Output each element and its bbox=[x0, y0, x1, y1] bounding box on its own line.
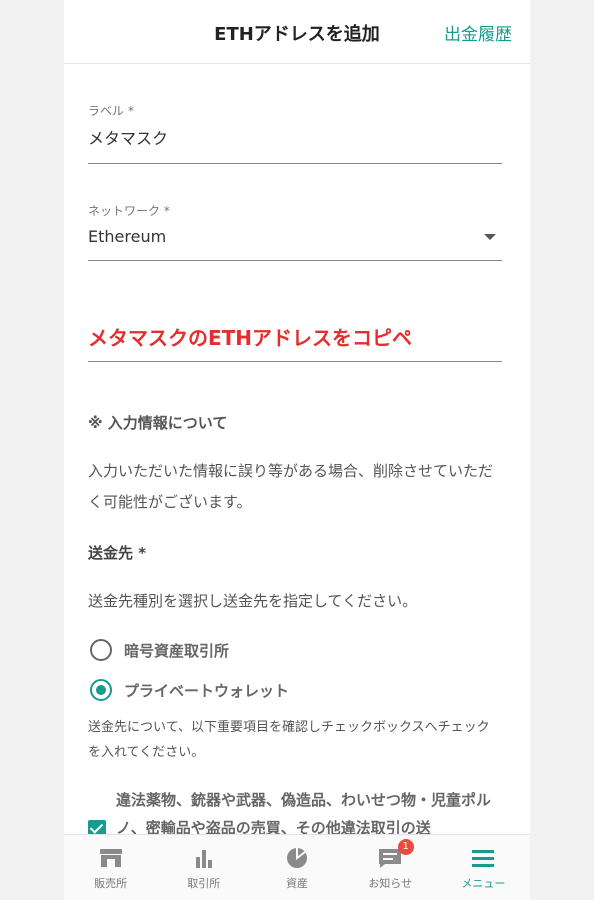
tab-exchange-label: 取引所 bbox=[187, 877, 221, 890]
tab-notices-label: お知らせ bbox=[368, 877, 413, 890]
dropdown-arrow-icon[interactable] bbox=[484, 234, 496, 240]
network-select-underline bbox=[88, 260, 502, 261]
confirm-instruction: 送金先について、以下重要項目を確認しチェックボックスへチェックを入れてください。 bbox=[88, 720, 490, 760]
withdrawal-history-link[interactable]: 出金履歴 bbox=[444, 20, 512, 45]
label-field-value[interactable]: メタマスク bbox=[88, 125, 502, 149]
radio-exchange[interactable]: 暗号資産取引所 bbox=[90, 639, 229, 661]
pie-chart-icon bbox=[287, 848, 307, 868]
tab-exchange[interactable]: 取引所 bbox=[157, 835, 250, 900]
destination-title: 送金先 * bbox=[88, 544, 147, 562]
radio-private-wallet-label[interactable]: プライベートウォレット bbox=[124, 680, 289, 701]
header: ETHアドレスを追加 出金履歴 bbox=[64, 0, 530, 64]
notification-badge: 1 bbox=[397, 839, 414, 855]
notice-title: ※ 入力情報について bbox=[88, 414, 228, 432]
tab-assets[interactable]: 資産 bbox=[250, 835, 343, 900]
address-field[interactable]: メタマスクのETHアドレスをコピペ bbox=[88, 322, 502, 362]
network-select-value[interactable]: Ethereum bbox=[88, 227, 502, 246]
store-icon bbox=[99, 849, 122, 867]
tab-menu[interactable]: メニュー bbox=[437, 835, 530, 900]
tab-menu-label: メニュー bbox=[461, 877, 506, 890]
destination-instruction: 送金先種別を選択し送金先を指定してください。 bbox=[88, 592, 418, 610]
tab-assets-label: 資産 bbox=[286, 877, 308, 890]
network-select[interactable]: ネットワーク * Ethereum bbox=[88, 202, 502, 261]
tab-notices[interactable]: 1 お知らせ bbox=[344, 835, 437, 900]
tab-store[interactable]: 販売所 bbox=[64, 835, 157, 900]
radio-exchange-label[interactable]: 暗号資産取引所 bbox=[124, 640, 229, 661]
radio-private-wallet-button[interactable] bbox=[90, 679, 112, 701]
label-field-underline bbox=[88, 163, 502, 164]
label-field-label: ラベル * bbox=[88, 104, 134, 118]
bar-chart-icon bbox=[195, 850, 212, 868]
radio-exchange-button[interactable] bbox=[90, 639, 112, 661]
app-screen: ETHアドレスを追加 出金履歴 ラベル * メタマスク ネットワーク * Eth… bbox=[64, 0, 530, 900]
radio-private-wallet[interactable]: プライベートウォレット bbox=[90, 679, 289, 701]
address-field-underline bbox=[88, 361, 502, 362]
bottom-tab-bar: 販売所 取引所 資産 1 お知らせ メニュー bbox=[64, 834, 530, 900]
address-field-value[interactable]: メタマスクのETHアドレスをコピペ bbox=[88, 322, 502, 351]
network-select-label: ネットワーク * bbox=[88, 204, 170, 218]
label-field[interactable]: ラベル * メタマスク bbox=[88, 102, 502, 164]
menu-icon bbox=[472, 850, 495, 867]
tab-store-label: 販売所 bbox=[94, 877, 128, 890]
notice-body: 入力いただいた情報に誤り等がある場合、削除させていただく可能性がございます。 bbox=[88, 462, 494, 511]
